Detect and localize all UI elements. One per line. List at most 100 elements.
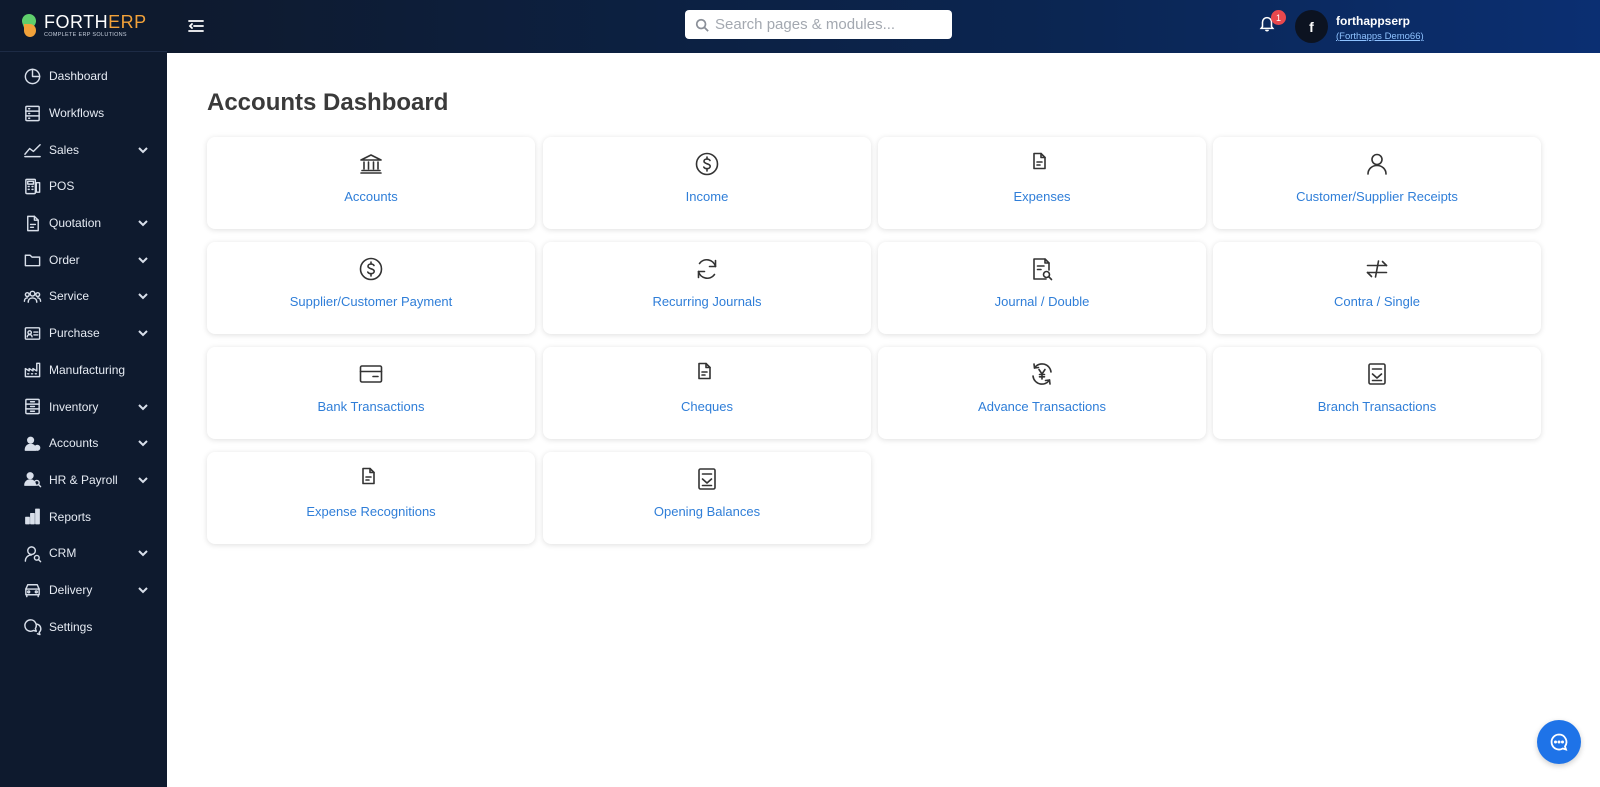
accounts-icon <box>22 433 42 453</box>
chevron-down-icon <box>137 474 149 486</box>
swap-arrows-icon <box>1364 256 1390 282</box>
folder-icon <box>22 250 42 270</box>
id-card-icon <box>22 323 42 343</box>
module-card-label: Branch Transactions <box>1317 399 1437 414</box>
user-org-link[interactable]: (Forthapps Demo66) <box>1336 31 1424 42</box>
chevron-down-icon <box>137 290 149 302</box>
chevron-down-icon <box>137 437 149 449</box>
module-card-bank-transactions[interactable]: Bank Transactions <box>207 347 535 439</box>
pie-chart-icon <box>22 66 42 86</box>
sidebar-item-purchase[interactable]: Purchase <box>0 315 167 352</box>
sidebar: FORTHERP COMPLETE ERP SOLUTIONS Dashboar… <box>0 0 167 787</box>
dollar-circle-icon <box>694 151 720 177</box>
dollar-circle-icon <box>358 256 384 282</box>
module-card-accounts[interactable]: Accounts <box>207 137 535 229</box>
sidebar-item-service[interactable]: Service <box>0 278 167 315</box>
sidebar-item-sales[interactable]: Sales <box>0 131 167 168</box>
sidebar-item-label: Reports <box>49 509 92 524</box>
chat-button[interactable] <box>1537 720 1581 764</box>
sidebar-item-accounts[interactable]: Accounts <box>0 425 167 462</box>
chevron-down-icon <box>137 144 149 156</box>
sidebar-item-label: POS <box>49 179 75 194</box>
sidebar-item-inventory[interactable]: Inventory <box>0 388 167 425</box>
sidebar-item-settings[interactable]: Settings <box>0 608 167 645</box>
module-card-label: Bank Transactions <box>317 399 425 414</box>
trend-line-icon <box>22 140 42 160</box>
document-icon <box>22 213 42 233</box>
module-card-advance-transactions[interactable]: Advance Transactions <box>878 347 1206 439</box>
chat-icon <box>1550 733 1568 751</box>
sidebar-item-label: Quotation <box>49 216 102 231</box>
sidebar-item-order[interactable]: Order <box>0 241 167 278</box>
module-card-supplier-customer-payment[interactable]: Supplier/Customer Payment <box>207 242 535 334</box>
module-card-income[interactable]: Income <box>543 137 871 229</box>
module-card-contra-single[interactable]: Contra / Single <box>1213 242 1541 334</box>
search-icon <box>695 18 709 32</box>
module-card-label: Expenses <box>1013 189 1071 204</box>
page-title: Accounts Dashboard <box>207 89 449 116</box>
module-card-customer-supplier-receipts[interactable]: Customer/Supplier Receipts <box>1213 137 1541 229</box>
search-input[interactable] <box>715 16 945 33</box>
module-card-label: Customer/Supplier Receipts <box>1296 189 1458 204</box>
sidebar-item-manufacturing[interactable]: Manufacturing <box>0 352 167 389</box>
sidebar-item-quotation[interactable]: Quotation <box>0 205 167 242</box>
sidebar-item-label: HR & Payroll <box>49 472 118 487</box>
inventory-icon <box>22 397 42 417</box>
chat-bubbles-icon <box>22 617 42 637</box>
sidebar-item-label: Sales <box>49 142 80 157</box>
sidebar-item-workflows[interactable]: Workflows <box>0 95 167 132</box>
sidebar-item-label: Manufacturing <box>49 362 126 377</box>
module-card-label: Journal / Double <box>994 294 1090 309</box>
sidebar-item-label: Order <box>49 252 80 267</box>
module-card-label: Opening Balances <box>653 504 761 519</box>
logo-icon <box>20 11 38 38</box>
sidebar-item-label: Accounts <box>49 436 99 451</box>
user-name: forthappserp <box>1336 14 1411 28</box>
notification-badge: 1 <box>1271 10 1286 25</box>
module-card-recurring-journals[interactable]: Recurring Journals <box>543 242 871 334</box>
sidebar-item-label: Dashboard <box>49 69 108 84</box>
module-card-label: Recurring Journals <box>652 294 762 309</box>
brand-logo[interactable]: FORTHERP COMPLETE ERP SOLUTIONS <box>0 0 167 52</box>
crm-user-icon <box>22 543 42 563</box>
module-card-journal-double[interactable]: Journal / Double <box>878 242 1206 334</box>
module-card-label: Accounts <box>344 189 398 204</box>
sidebar-item-crm[interactable]: CRM <box>0 535 167 572</box>
brand-tagline: COMPLETE ERP SOLUTIONS <box>44 31 127 38</box>
chevron-down-icon <box>137 327 149 339</box>
document-icon <box>694 361 720 387</box>
sidebar-item-pos[interactable]: POS <box>0 168 167 205</box>
sidebar-item-dashboard[interactable]: Dashboard <box>0 58 167 95</box>
module-card-branch-transactions[interactable]: Branch Transactions <box>1213 347 1541 439</box>
document-search-icon <box>1029 256 1055 282</box>
menu-toggle-icon[interactable] <box>187 17 205 35</box>
sidebar-item-reports[interactable]: Reports <box>0 498 167 535</box>
document-icon <box>1029 151 1055 177</box>
chevron-down-icon <box>137 217 149 229</box>
chevron-down-icon <box>137 584 149 596</box>
chevron-down-icon <box>137 254 149 266</box>
search-box[interactable] <box>685 10 952 39</box>
chevron-down-icon <box>137 401 149 413</box>
sidebar-item-hr-payroll[interactable]: HR & Payroll <box>0 462 167 499</box>
bank-icon <box>358 151 384 177</box>
credit-card-icon <box>358 361 384 387</box>
module-card-opening-balances[interactable]: Opening Balances <box>543 452 871 544</box>
chevron-down-icon <box>137 547 149 559</box>
sidebar-item-delivery[interactable]: Delivery <box>0 572 167 609</box>
sidebar-item-label: Delivery <box>49 582 93 597</box>
brand-name: FORTHERP <box>44 11 147 32</box>
module-card-label: Expense Recognitions <box>306 504 436 519</box>
sidebar-item-label: Inventory <box>49 399 99 414</box>
sidebar-item-label: Settings <box>49 619 93 634</box>
module-card-label: Income <box>685 189 729 204</box>
module-card-expense-recognitions[interactable]: Expense Recognitions <box>207 452 535 544</box>
sidebar-nav: Dashboard Workflows Sales POS Quotation Order… <box>0 52 167 645</box>
sidebar-item-label: CRM <box>49 546 77 561</box>
sidebar-item-label: Purchase <box>49 326 100 341</box>
module-card-expenses[interactable]: Expenses <box>878 137 1206 229</box>
yen-cycle-icon <box>1029 361 1055 387</box>
sidebar-item-label: Service <box>49 289 90 304</box>
module-card-cheques[interactable]: Cheques <box>543 347 871 439</box>
avatar[interactable]: f <box>1295 10 1328 43</box>
